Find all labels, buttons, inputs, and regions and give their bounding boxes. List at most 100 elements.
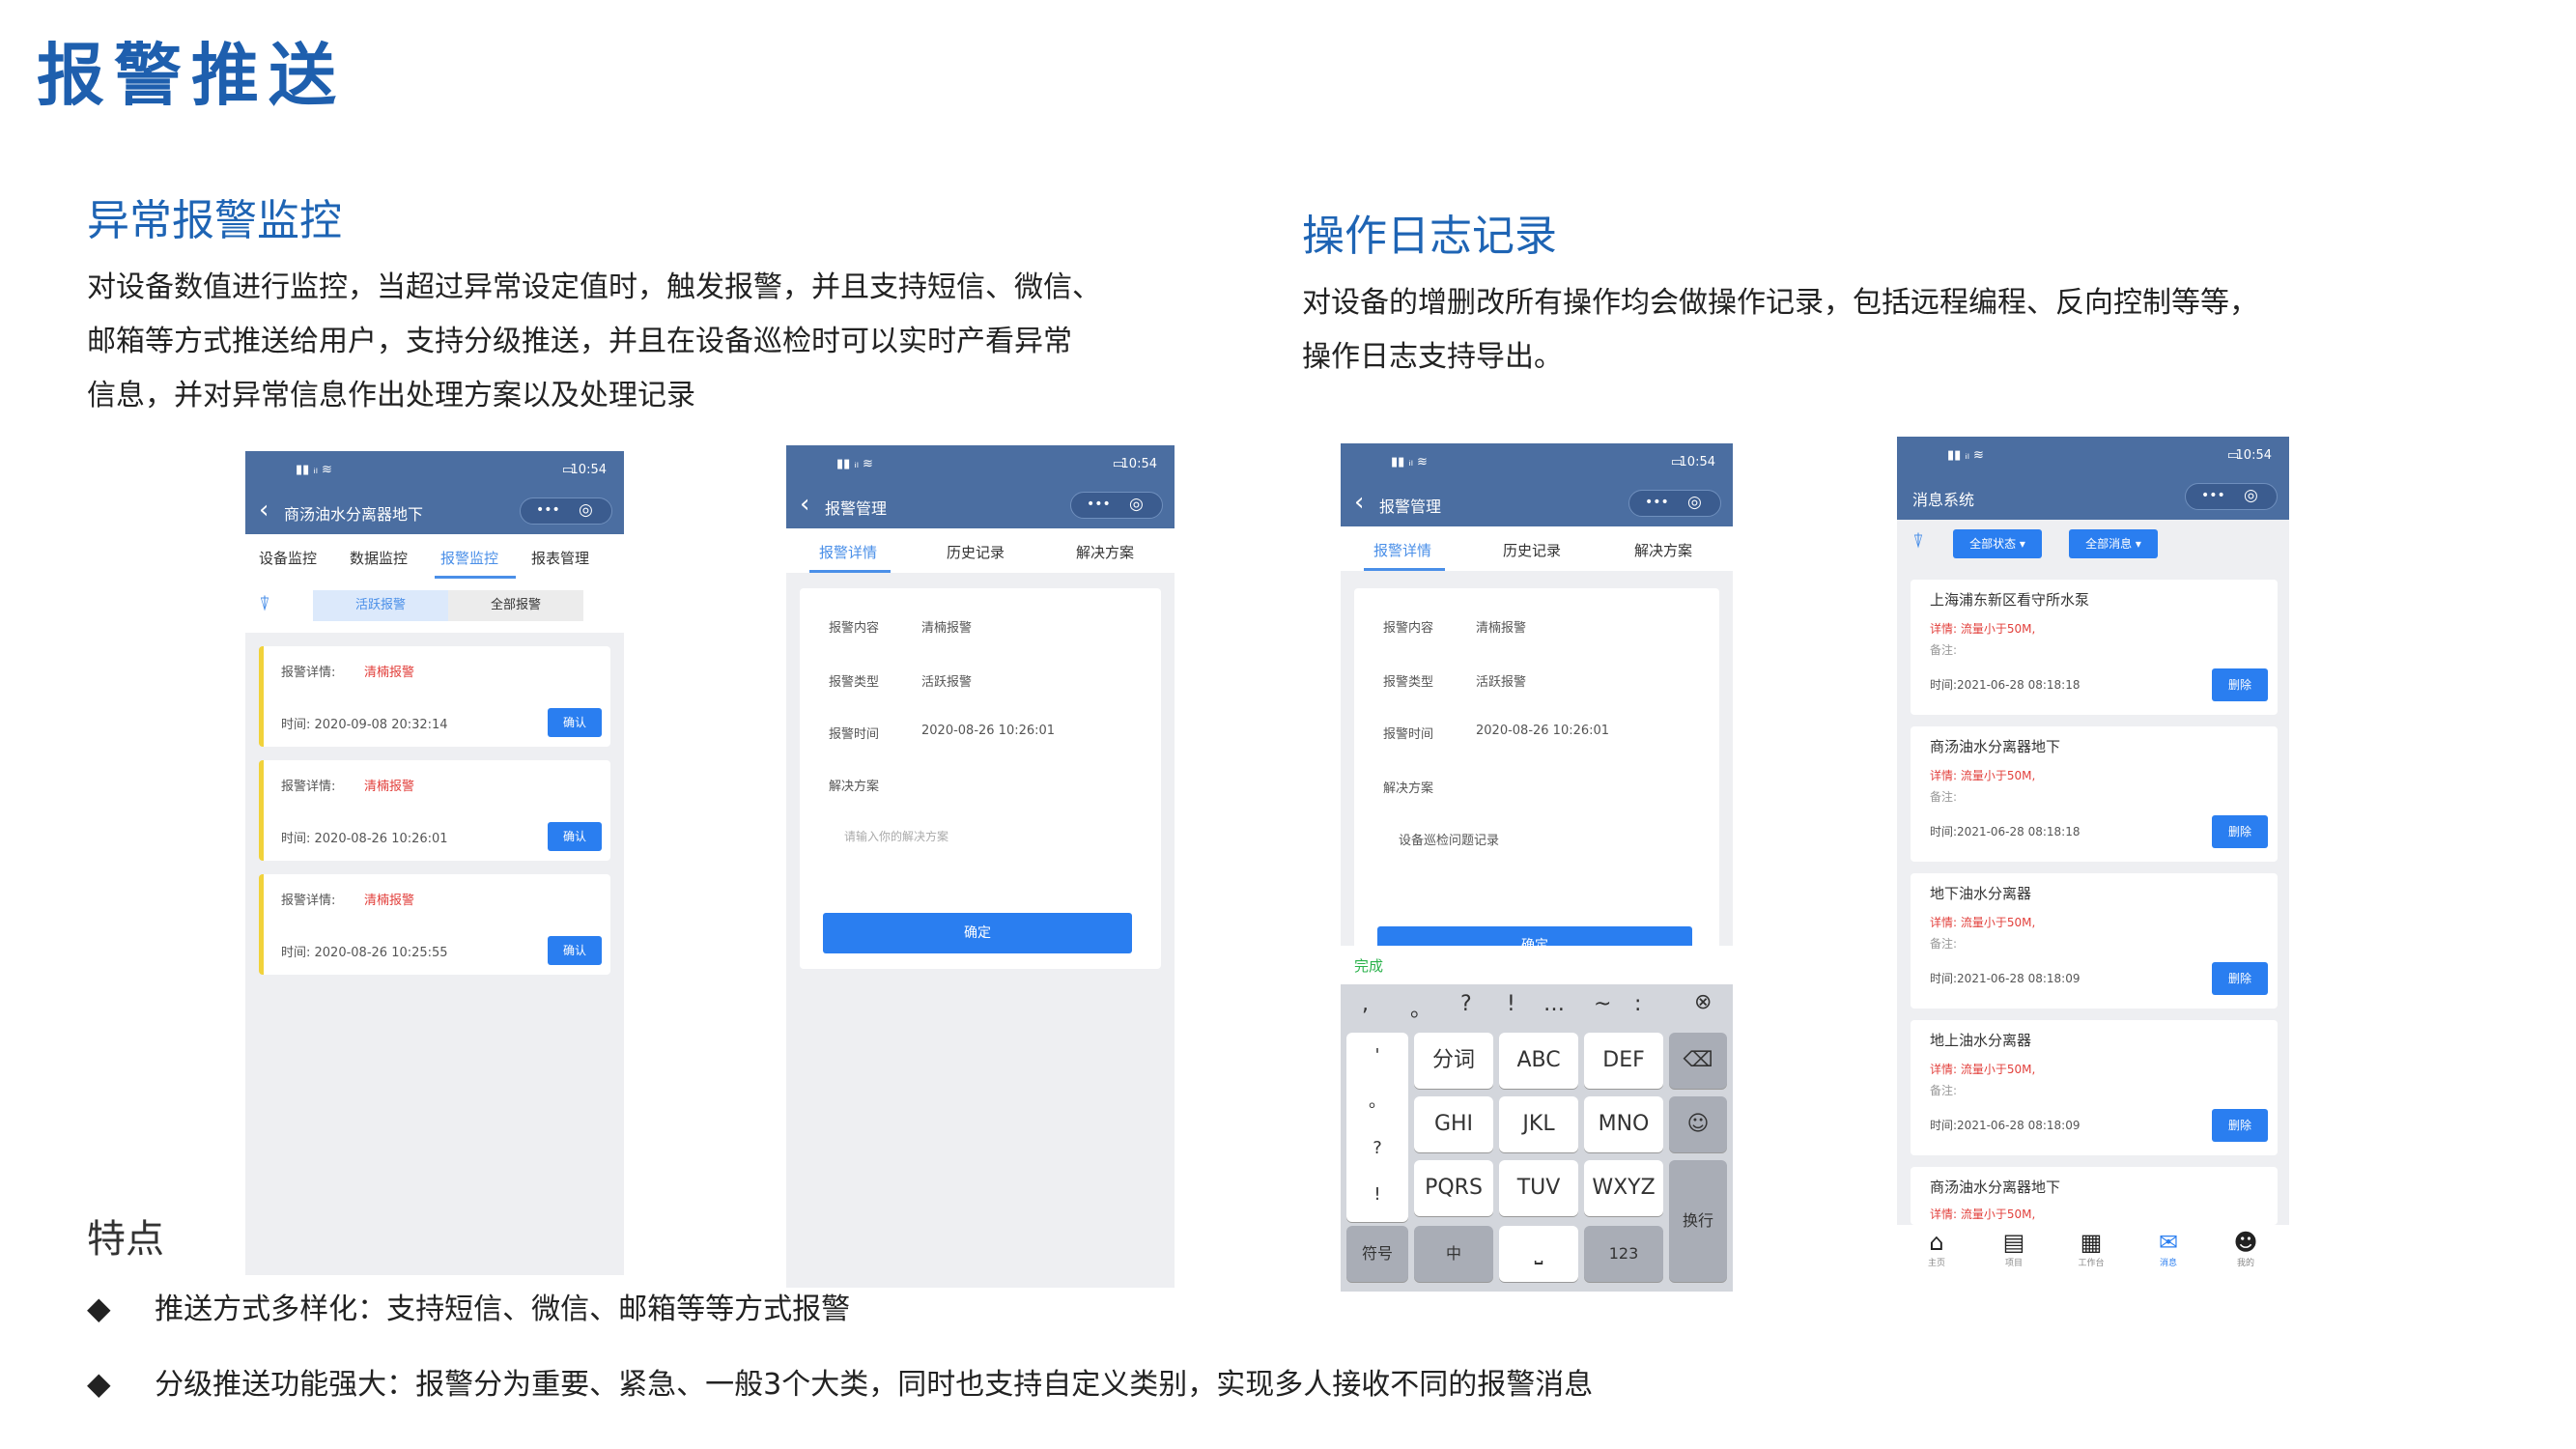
target-icon: ◎ bbox=[1687, 493, 1702, 512]
kb-done-button[interactable]: 完成 bbox=[1354, 955, 1383, 976]
nav-bar: ‹ 报警管理 ••• ◎ bbox=[786, 484, 1175, 528]
nav-bar: ‹ 报警管理 ••• ◎ bbox=[1341, 482, 1733, 526]
confirm-button[interactable]: 确认 bbox=[548, 936, 602, 965]
page-title: 报警推送 bbox=[37, 36, 346, 115]
tab-detail[interactable]: 报警详情 bbox=[1373, 540, 1431, 560]
workbench-icon: ▦ bbox=[2080, 1229, 2103, 1256]
solution-input[interactable]: 设备巡检问题记录 bbox=[1399, 830, 1499, 848]
nav-title: 报警管理 bbox=[825, 499, 888, 518]
mini-capsule[interactable]: ••• ◎ bbox=[520, 497, 612, 525]
confirm-button[interactable]: 确认 bbox=[548, 708, 602, 737]
kb-key[interactable]: JKL bbox=[1499, 1096, 1578, 1152]
alarm-card: 报警详情: 清楠报警 时间: 2020-08-26 10:26:01 确认 bbox=[259, 760, 610, 861]
phone-alarm-monitor: ▮▮ ᵢₗ ≋ ▭ 10:54 ‹ 商汤油水分离器地下 ••• ◎ 设备监控 数… bbox=[245, 451, 624, 1275]
project-icon: ▤ bbox=[2002, 1229, 2025, 1256]
status-bar: ▮▮ ᵢₗ ≋ ▭ 10:54 bbox=[786, 445, 1175, 484]
kb-punct-row: , 。 ? ! … ~ : ⊗ bbox=[1362, 990, 1713, 1022]
delete-button[interactable]: 删除 bbox=[2212, 1109, 2268, 1142]
kb-key[interactable]: TUV bbox=[1499, 1160, 1578, 1216]
kb-key[interactable]: GHI bbox=[1414, 1096, 1493, 1152]
mini-capsule[interactable]: ••• ◎ bbox=[1070, 492, 1163, 519]
nav-mine[interactable]: ☻ 我的 bbox=[2225, 1229, 2266, 1268]
section-title-log: 操作日志记录 bbox=[1302, 212, 1557, 261]
nav-workbench[interactable]: ▦ 工作台 bbox=[2071, 1229, 2111, 1268]
filter-icon[interactable]: ⍒ bbox=[259, 592, 270, 615]
nav-project[interactable]: ▤ 项目 bbox=[1994, 1229, 2034, 1268]
bullet-icon: ◆ bbox=[87, 1290, 111, 1326]
message-card: 商汤油水分离器地下 详情: 流量小于50M, bbox=[1911, 1167, 2278, 1225]
status-bar: ▮▮ ᵢₗ ≋ ▭ 10:54 bbox=[245, 451, 624, 490]
nav-title: 报警管理 bbox=[1379, 497, 1442, 516]
kb-emoji-icon[interactable]: ☺ bbox=[1669, 1096, 1727, 1152]
nav-title: 商汤油水分离器地下 bbox=[284, 505, 424, 524]
kb-key[interactable]: DEF bbox=[1584, 1033, 1663, 1089]
nav-home[interactable]: ⌂ 主页 bbox=[1916, 1229, 1957, 1268]
kb-key[interactable]: PQRS bbox=[1414, 1160, 1493, 1216]
kb-side-punct[interactable]: '。?! bbox=[1346, 1033, 1408, 1222]
kb-symbol-button[interactable]: 符号 bbox=[1346, 1226, 1408, 1282]
message-card: 地下油水分离器 详情: 流量小于50M, 备注: 时间:2021-06-28 0… bbox=[1911, 873, 2278, 1009]
phone-solution-input: ▮▮ ᵢₗ ≋ ▭ 10:54 ‹ 报警管理 ••• ◎ 报警详情 历史记录 解… bbox=[1341, 443, 1733, 1292]
filter-row: ⍒ 全部状态 ▾ 全部消息 ▾ bbox=[1897, 520, 2289, 568]
toggle-all[interactable]: 全部报警 bbox=[448, 590, 583, 621]
tab-bar: 报警详情 历史记录 解决方案 bbox=[1341, 526, 1733, 571]
mini-capsule[interactable]: ••• ◎ bbox=[2185, 483, 2278, 510]
detail-card: 报警内容 清楠报警 报警类型 活跃报警 报警时间 2020-08-26 10:2… bbox=[800, 588, 1161, 969]
back-icon[interactable]: ‹ bbox=[800, 490, 809, 519]
submit-button[interactable]: 确定 bbox=[823, 913, 1132, 953]
kb-enter-button[interactable]: 换行 bbox=[1669, 1160, 1727, 1282]
kb-num-button[interactable]: 123 bbox=[1584, 1226, 1663, 1282]
message-card: 地上油水分离器 详情: 流量小于50M, 备注: 时间:2021-06-28 0… bbox=[1911, 1020, 2278, 1155]
tab-device[interactable]: 设备监控 bbox=[259, 548, 317, 568]
phone-message-system: ▮▮ ᵢₗ ≋ ▭ 10:54 消息系统 ••• ◎ ⍒ 全部状态 ▾ 全部消息… bbox=[1897, 437, 2289, 1279]
solution-input[interactable]: 请输入你的解决方案 bbox=[844, 828, 948, 844]
toggle-active[interactable]: 活跃报警 bbox=[313, 590, 448, 621]
kb-clear-icon[interactable]: ⊗ bbox=[1694, 990, 1712, 1014]
filter-row: ⍒ 活跃报警 全部报警 bbox=[245, 579, 624, 633]
kb-key[interactable]: 分词 bbox=[1414, 1033, 1493, 1089]
keyboard: 完成 , 。 ? ! … ~ : ⊗ '。?! 分词 ABC DEF GHI J… bbox=[1341, 946, 1733, 1292]
tab-data[interactable]: 数据监控 bbox=[350, 548, 408, 568]
delete-button[interactable]: 删除 bbox=[2212, 668, 2268, 701]
feature-item-1: ◆ 推送方式多样化：支持短信、微信、邮箱等等方式报警 bbox=[87, 1290, 851, 1326]
confirm-button[interactable]: 确认 bbox=[548, 822, 602, 851]
nav-bar: ‹ 商汤油水分离器地下 ••• ◎ bbox=[245, 490, 624, 534]
alarm-card: 报警详情: 清楠报警 时间: 2020-09-08 20:32:14 确认 bbox=[259, 646, 610, 747]
kb-chinese-button[interactable]: 中 bbox=[1414, 1226, 1493, 1282]
detail-card: 报警内容 清楠报警 报警类型 活跃报警 报警时间 2020-08-26 10:2… bbox=[1354, 588, 1719, 969]
kb-key[interactable]: MNO bbox=[1584, 1096, 1663, 1152]
tab-bar: 设备监控 数据监控 报警监控 报表管理 bbox=[245, 534, 624, 579]
message-dropdown[interactable]: 全部消息 ▾ bbox=[2069, 529, 2158, 558]
nav-bar: 消息系统 ••• ◎ bbox=[1897, 475, 2289, 520]
status-dropdown[interactable]: 全部状态 ▾ bbox=[1953, 529, 2042, 558]
delete-button[interactable]: 删除 bbox=[2212, 962, 2268, 995]
nav-title: 消息系统 bbox=[1912, 491, 1975, 509]
tab-solution[interactable]: 解决方案 bbox=[1634, 540, 1692, 560]
tab-history[interactable]: 历史记录 bbox=[947, 542, 1005, 562]
kb-space-button[interactable]: ⎵ bbox=[1499, 1226, 1578, 1282]
message-card: 商汤油水分离器地下 详情: 流量小于50M, 备注: 时间:2021-06-28… bbox=[1911, 726, 2278, 862]
kb-key[interactable]: WXYZ bbox=[1584, 1160, 1663, 1216]
more-icon: ••• bbox=[536, 502, 560, 518]
tab-history[interactable]: 历史记录 bbox=[1503, 540, 1561, 560]
kb-key[interactable]: ABC bbox=[1499, 1033, 1578, 1089]
tab-report[interactable]: 报表管理 bbox=[531, 548, 589, 568]
tab-alarm[interactable]: 报警监控 bbox=[440, 548, 498, 568]
filter-icon[interactable]: ⍒ bbox=[1912, 529, 1924, 553]
alarm-card: 报警详情: 清楠报警 时间: 2020-08-26 10:25:55 确认 bbox=[259, 874, 610, 975]
tab-solution[interactable]: 解决方案 bbox=[1076, 542, 1134, 562]
bullet-icon: ◆ bbox=[87, 1365, 111, 1402]
phone-alarm-detail: ▮▮ ᵢₗ ≋ ▭ 10:54 ‹ 报警管理 ••• ◎ 报警详情 历史记录 解… bbox=[786, 445, 1175, 1288]
delete-button[interactable]: 删除 bbox=[2212, 815, 2268, 848]
profile-icon: ☻ bbox=[2233, 1229, 2258, 1256]
kb-backspace-icon[interactable]: ⌫ bbox=[1669, 1033, 1727, 1089]
target-icon: ◎ bbox=[2244, 486, 2258, 505]
back-icon[interactable]: ‹ bbox=[259, 496, 269, 525]
tab-detail[interactable]: 报警详情 bbox=[819, 542, 877, 562]
more-icon: ••• bbox=[2201, 488, 2225, 503]
message-card: 上海浦东新区看守所水泵 详情: 流量小于50M, 备注: 时间:2021-06-… bbox=[1911, 580, 2278, 715]
back-icon[interactable]: ‹ bbox=[1354, 488, 1364, 517]
section-desc-alarm: 对设备数值进行监控，当超过异常设定值时，触发报警，并且支持短信、微信、 邮箱等方… bbox=[87, 270, 1101, 412]
mini-capsule[interactable]: ••• ◎ bbox=[1628, 490, 1721, 517]
nav-message[interactable]: ✉ 消息 bbox=[2148, 1229, 2189, 1268]
